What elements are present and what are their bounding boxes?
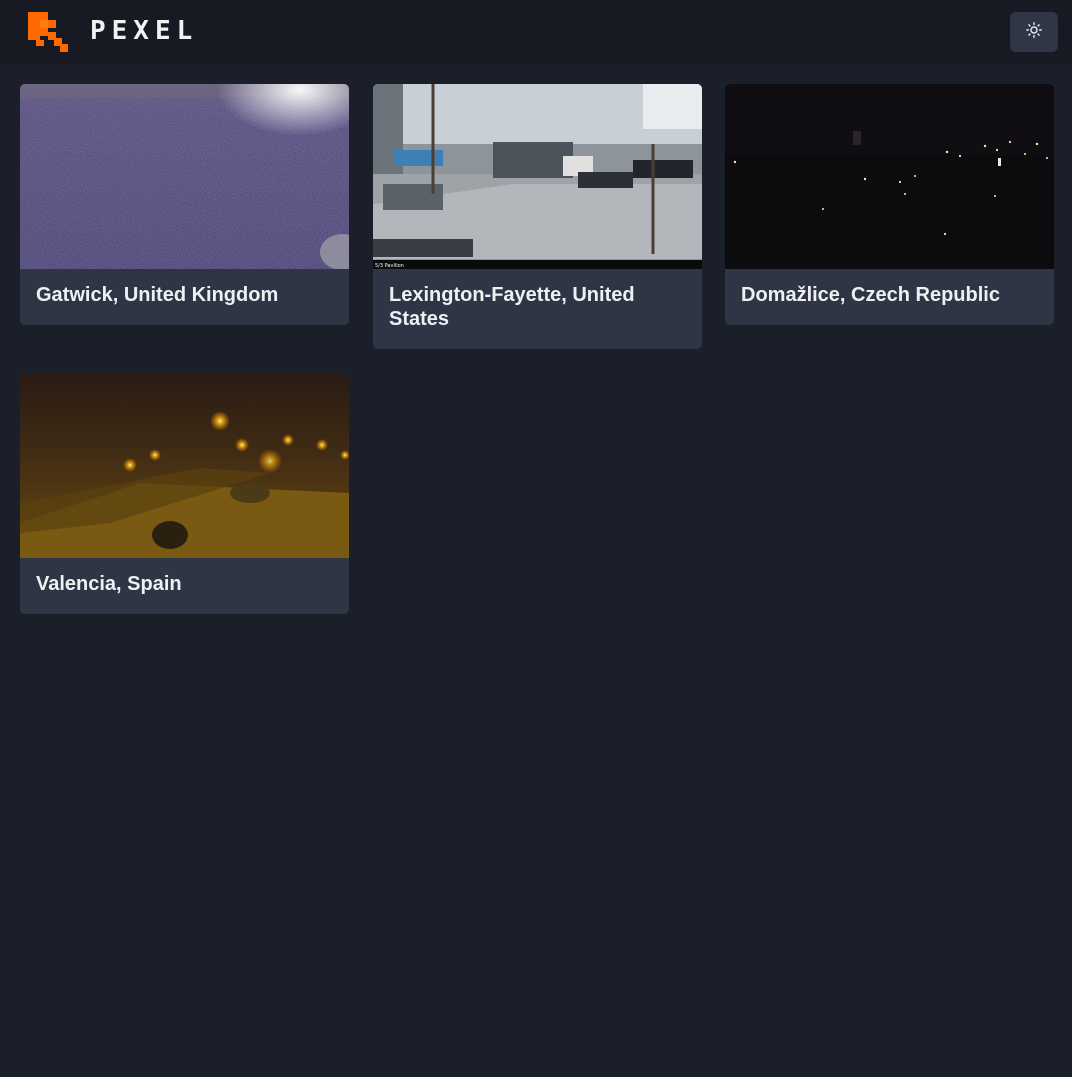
thumbnail-overlay-caption: 5/3 Pavilion — [375, 263, 404, 269]
camera-location: Lexington-Fayette, United States — [389, 284, 635, 330]
camera-location: Gatwick, United Kingdom — [36, 284, 279, 306]
camera-card[interactable]: Gatwick, United Kingdom — [20, 84, 349, 325]
camera-card[interactable]: Valencia, Spain — [20, 373, 349, 614]
camera-location: Domažlice, Czech Republic — [741, 284, 1000, 306]
camera-location: Valencia, Spain — [36, 573, 182, 595]
camera-thumbnail[interactable]: 5/3 Pavilion — [373, 84, 702, 269]
sun-icon — [1026, 21, 1042, 43]
app-wordmark[interactable]: PEXEL — [90, 16, 199, 46]
camera-thumbnail[interactable] — [725, 84, 1054, 269]
top-bar: PEXEL — [0, 0, 1072, 64]
camera-card[interactable]: 5/3 Pavilion Lexington-Fayette, United S… — [373, 84, 702, 349]
camera-thumbnail[interactable] — [20, 84, 349, 269]
app-name: PEXEL — [90, 16, 199, 46]
theme-toggle-button[interactable] — [1010, 12, 1058, 52]
camera-thumbnail[interactable] — [20, 373, 349, 558]
pexel-logo-icon[interactable] — [28, 12, 68, 52]
camera-card[interactable]: Domažlice, Czech Republic — [725, 84, 1054, 325]
